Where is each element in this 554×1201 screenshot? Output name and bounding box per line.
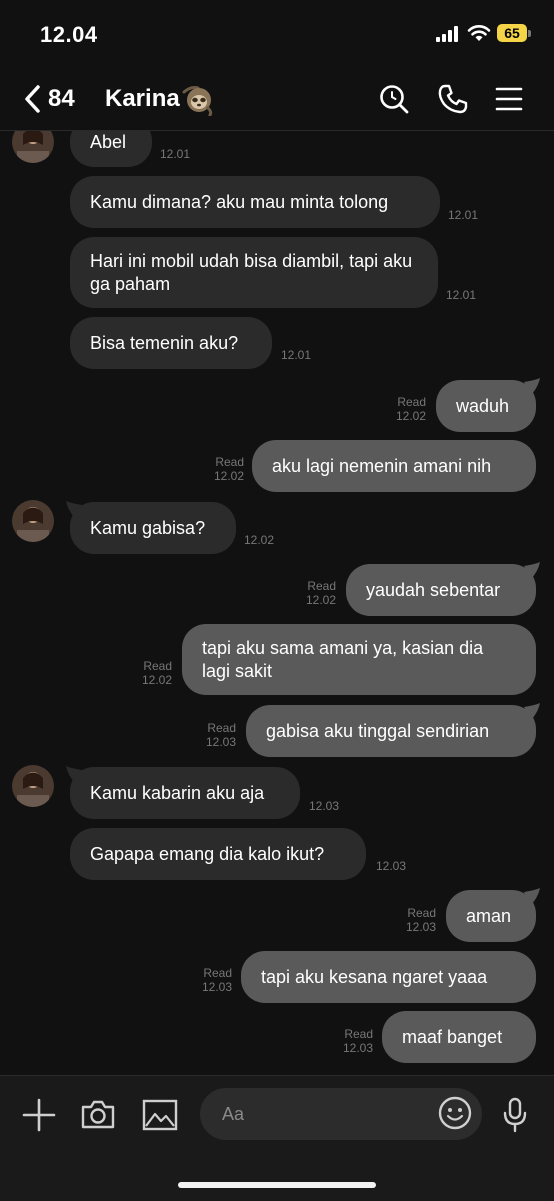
read-receipt: Read	[307, 579, 336, 593]
message-timestamp: 12.03	[205, 735, 236, 749]
message-timestamp: 12.03	[342, 1041, 373, 1055]
message-list[interactable]: Abel 12.01 Kamu dimana? aku mau minta to…	[0, 131, 554, 1074]
back-button[interactable]: 84	[22, 82, 75, 116]
message-text: Kamu gabisa?	[90, 517, 206, 538]
status-bar: 12.04 65	[0, 0, 554, 70]
plus-icon[interactable]	[22, 1098, 56, 1132]
home-indicator[interactable]	[178, 1182, 376, 1188]
read-receipt: Read	[143, 659, 172, 673]
incoming-message-bubble[interactable]: Hari ini mobil udah bisa diambil, tapi a…	[70, 237, 438, 308]
message-text: maaf banget	[402, 1026, 503, 1047]
read-receipt: Read	[407, 906, 436, 920]
menu-icon[interactable]	[495, 83, 523, 115]
chat-header: 84 Karina	[0, 70, 554, 131]
message-timestamp: 12.02	[141, 673, 172, 687]
message-text: Bisa temenin aku?	[90, 332, 239, 353]
avatar-photo	[12, 765, 54, 807]
message-read-status: Read 12.03	[206, 721, 236, 749]
image-icon[interactable]	[142, 1099, 178, 1131]
message-text: tapi aku sama amani ya, kasian dia lagi …	[202, 637, 484, 681]
message-text: aku lagi nemenin amani nih	[272, 455, 492, 476]
wifi-icon	[467, 25, 491, 41]
outgoing-message-bubble[interactable]: yaudah sebentar	[346, 564, 536, 616]
message-read-status: Read 12.02	[142, 659, 172, 687]
message-text: Hari ini mobil udah bisa diambil, tapi a…	[90, 250, 413, 294]
outgoing-message-bubble[interactable]: maaf banget	[382, 1011, 536, 1063]
sloth-emoji-icon	[182, 86, 213, 116]
message-timestamp: 12.01	[160, 147, 191, 161]
outgoing-message-bubble[interactable]: aku lagi nemenin amani nih	[252, 440, 536, 492]
message-timestamp: 12.02	[395, 409, 426, 423]
message-timestamp: 12.01	[281, 348, 312, 362]
message-text: Gapapa emang dia kalo ikut?	[90, 843, 325, 864]
incoming-message-bubble[interactable]: Abel	[70, 131, 152, 167]
read-receipt: Read	[215, 455, 244, 469]
incoming-message-bubble[interactable]: Bisa temenin aku?	[70, 317, 272, 369]
message-read-status: Read 12.03	[406, 906, 436, 934]
avatar-photo	[12, 500, 54, 542]
read-receipt: Read	[203, 966, 232, 980]
camera-icon[interactable]	[80, 1098, 116, 1130]
outgoing-message-bubble[interactable]: waduh	[436, 380, 536, 432]
unread-count: 84	[48, 85, 75, 112]
status-time: 12.04	[40, 22, 98, 47]
cellular-signal-icon	[436, 26, 458, 42]
incoming-message-bubble[interactable]: Kamu gabisa?	[70, 502, 236, 554]
message-timestamp: 12.01	[446, 288, 477, 302]
message-timestamp: 12.02	[244, 533, 275, 547]
read-receipt: Read	[207, 721, 236, 735]
incoming-message-bubble[interactable]: Gapapa emang dia kalo ikut?	[70, 828, 366, 880]
incoming-message-bubble[interactable]: Kamu dimana? aku mau minta tolong	[70, 176, 440, 228]
message-text: yaudah sebentar	[366, 579, 501, 600]
contact-avatar[interactable]	[12, 765, 54, 807]
outgoing-message-bubble[interactable]: gabisa aku tinggal sendirian	[246, 705, 536, 757]
message-text: waduh	[456, 395, 510, 416]
message-text: gabisa aku tinggal sendirian	[266, 720, 490, 741]
contact-avatar[interactable]	[12, 500, 54, 542]
contact-name[interactable]: Karina	[105, 85, 180, 113]
back-chevron-icon	[25, 85, 40, 113]
emoji-icon[interactable]	[438, 1096, 472, 1130]
incoming-message-bubble[interactable]: Kamu kabarin aku aja	[70, 767, 300, 819]
search-icon[interactable]	[378, 83, 410, 115]
message-timestamp: 12.03	[309, 799, 340, 813]
battery-nub	[528, 30, 531, 37]
message-text: aman	[466, 905, 512, 926]
outgoing-message-bubble[interactable]: aman	[446, 890, 536, 942]
phone-icon[interactable]	[437, 83, 469, 115]
message-timestamp: 12.03	[201, 980, 232, 994]
message-timestamp: 12.03	[376, 859, 407, 873]
message-read-status: Read 12.02	[306, 579, 336, 607]
avatar-photo	[12, 131, 54, 163]
outgoing-message-bubble[interactable]: tapi aku sama amani ya, kasian dia lagi …	[182, 624, 536, 695]
microphone-icon[interactable]	[502, 1097, 528, 1133]
message-text: Kamu dimana? aku mau minta tolong	[90, 191, 389, 212]
battery-indicator: 65	[497, 24, 527, 42]
message-timestamp: 12.03	[405, 920, 436, 934]
message-read-status: Read 12.02	[214, 455, 244, 483]
message-timestamp: 12.02	[213, 469, 244, 483]
message-timestamp: 12.01	[448, 208, 479, 222]
read-receipt: Read	[397, 395, 426, 409]
message-input-bar	[0, 1075, 554, 1201]
contact-avatar[interactable]	[12, 131, 54, 163]
message-read-status: Read 12.02	[396, 395, 426, 423]
message-text: Kamu kabarin aku aja	[90, 782, 265, 803]
read-receipt: Read	[344, 1027, 373, 1041]
message-read-status: Read 12.03	[202, 966, 232, 994]
outgoing-message-bubble[interactable]: tapi aku kesana ngaret yaaa	[241, 951, 536, 1003]
message-read-status: Read 12.03	[343, 1027, 373, 1055]
message-text: Abel	[90, 131, 127, 152]
message-text: tapi aku kesana ngaret yaaa	[261, 966, 488, 987]
message-timestamp: 12.02	[305, 593, 336, 607]
